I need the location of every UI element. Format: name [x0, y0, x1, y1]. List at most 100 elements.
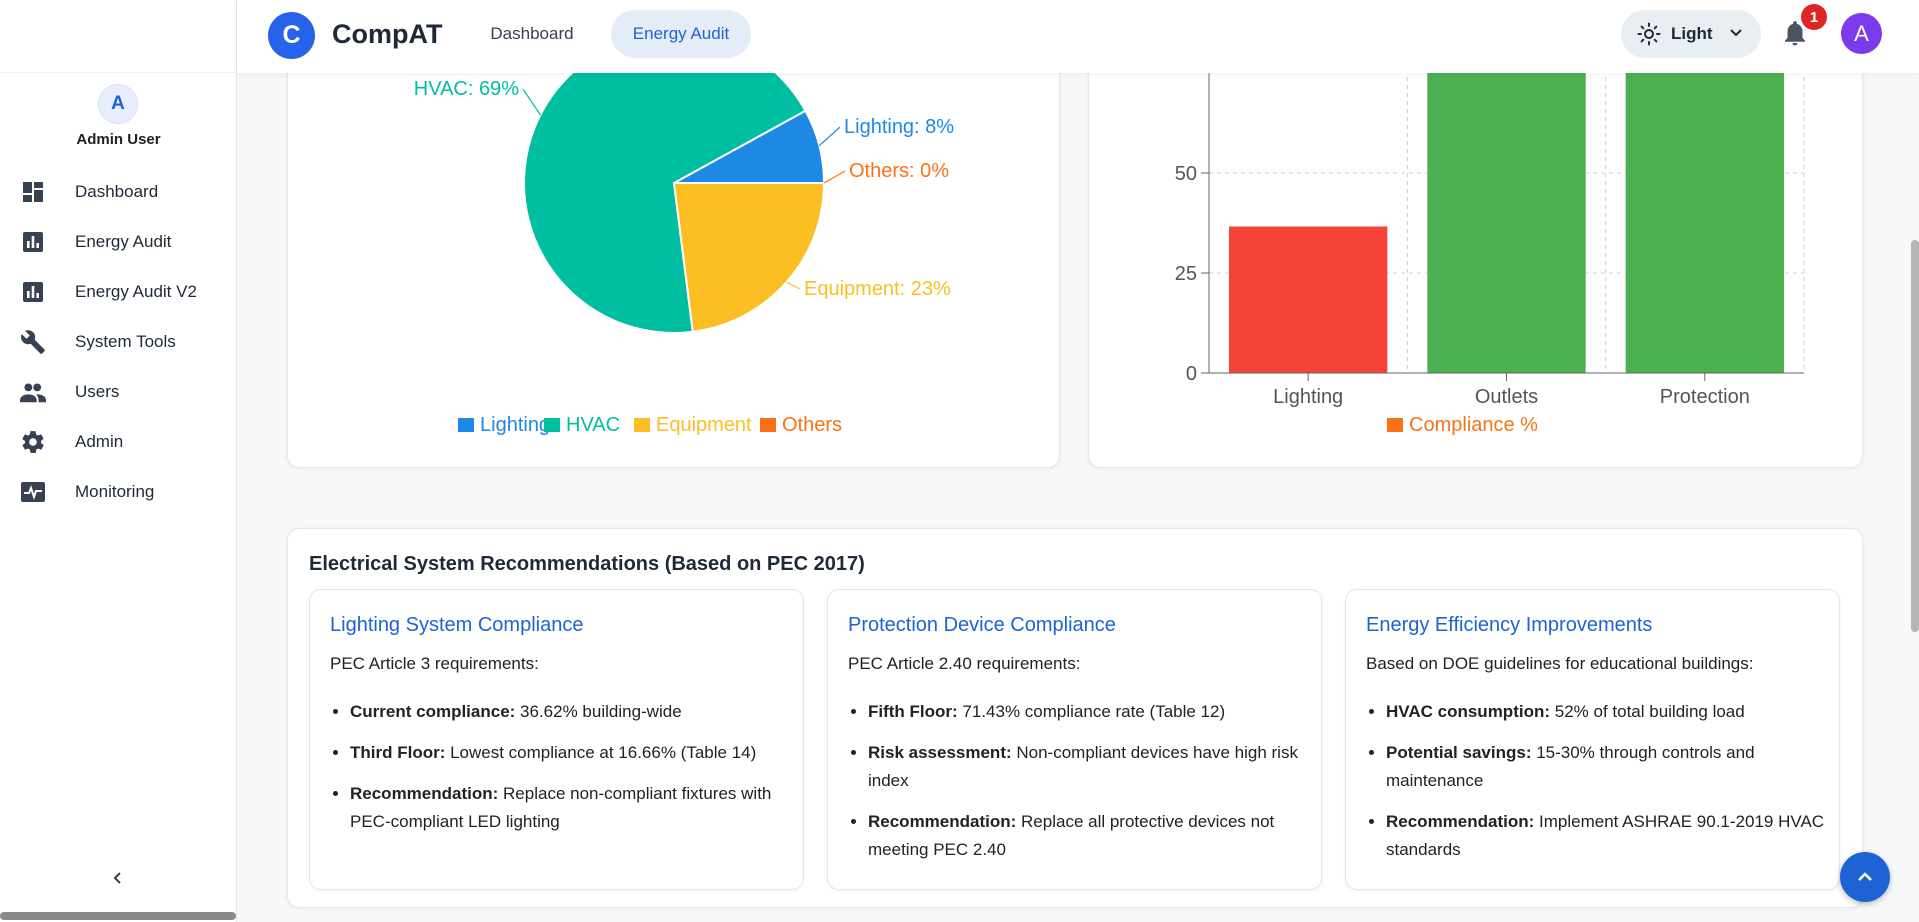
- main-scrollbar[interactable]: [1911, 240, 1919, 632]
- y-tick-label: 50: [1175, 163, 1197, 185]
- sidebar: A Admin User Dashboard Energy Audit Ener…: [0, 0, 237, 922]
- card-intro: PEC Article 2.40 requirements:: [848, 654, 1081, 673]
- item-text: 71.43% compliance rate (Table 12): [957, 702, 1226, 721]
- sidebar-item-energy-audit-v2[interactable]: Energy Audit V2: [0, 270, 237, 314]
- sidebar-item-users[interactable]: Users: [0, 370, 237, 414]
- pie-slice-label: HVAC: 69%: [414, 78, 519, 100]
- item-label: Risk assessment:: [868, 743, 1012, 762]
- y-tick-label: 0: [1186, 363, 1197, 385]
- sidebar-item-label: System Tools: [75, 332, 176, 351]
- bar-chart-icon: [20, 229, 46, 255]
- card-intro: PEC Article 3 requirements:: [330, 654, 539, 673]
- bar-chart-icon: [20, 279, 46, 305]
- sidebar-item-label: Energy Audit: [75, 232, 172, 251]
- brand-name: CompAT: [332, 19, 443, 49]
- card-title: Lighting System Compliance: [330, 614, 584, 636]
- energy-efficiency-card: Energy Efficiency Improvements Based on …: [1345, 589, 1840, 890]
- tab-energy-audit[interactable]: Energy Audit: [611, 10, 751, 58]
- list-item: Potential savings: 15-30% through contro…: [1386, 739, 1826, 795]
- item-label: HVAC consumption:: [1386, 702, 1551, 721]
- item-text: 36.62% building-wide: [515, 702, 682, 721]
- item-label: Recommendation:: [1386, 812, 1535, 831]
- legend-label-compliance: Compliance %: [1409, 414, 1538, 436]
- legend-swatch: [458, 418, 474, 432]
- list-item: Recommendation: Implement ASHRAE 90.1-20…: [1386, 808, 1826, 864]
- list-item: HVAC consumption: 52% of total building …: [1386, 698, 1826, 726]
- monitoring-icon: [20, 479, 46, 505]
- recommendations-section: Electrical System Recommendations (Based…: [287, 528, 1863, 908]
- pie-label-leader: [818, 126, 841, 147]
- x-tick-label: Protection: [1660, 386, 1750, 408]
- theme-label: Light: [1671, 24, 1713, 43]
- sidebar-scrollbar[interactable]: [0, 912, 236, 920]
- chevron-down-icon: [1728, 25, 1744, 46]
- list-item: Recommendation: Replace non-compliant fi…: [350, 780, 790, 836]
- legend-label-equipment: Equipment: [656, 414, 752, 436]
- user-avatar[interactable]: A: [1841, 13, 1882, 54]
- card-title: Protection Device Compliance: [848, 614, 1116, 636]
- sidebar-item-label: Dashboard: [75, 182, 159, 201]
- lighting-compliance-card: Lighting System Compliance PEC Article 3…: [309, 589, 804, 890]
- sidebar-item-label: Monitoring: [75, 482, 155, 501]
- bar-lighting: [1229, 226, 1388, 373]
- legend-swatch: [760, 418, 776, 432]
- recommendations-title: Electrical System Recommendations (Based…: [309, 553, 865, 575]
- legend-label-others: Others: [782, 414, 842, 436]
- chevron-up-icon: [1858, 872, 1872, 881]
- y-tick-label: 25: [1175, 263, 1197, 285]
- pie-slice-label: Others: 0%: [849, 160, 949, 182]
- tab-dashboard[interactable]: Dashboard: [477, 10, 587, 58]
- sidebar-avatar: A: [98, 84, 138, 124]
- pie-slice-label: Lighting: 8%: [844, 116, 954, 138]
- item-text: Lowest compliance at 16.66% (Table 14): [445, 743, 757, 762]
- card-list: HVAC consumption: 52% of total building …: [1386, 698, 1826, 877]
- list-item: Third Floor: Lowest compliance at 16.66%…: [350, 739, 790, 767]
- pie-label-leader: [522, 88, 541, 116]
- gear-icon: [20, 429, 46, 455]
- list-item: Recommendation: Replace all protective d…: [868, 808, 1308, 864]
- sidebar-item-energy-audit[interactable]: Energy Audit: [0, 220, 237, 264]
- list-item: Fifth Floor: 71.43% compliance rate (Tab…: [868, 698, 1308, 726]
- wrench-icon: [20, 329, 46, 355]
- chevron-left-icon: [113, 872, 121, 884]
- item-text: 52% of total building load: [1550, 702, 1745, 721]
- x-tick-label: Outlets: [1475, 386, 1538, 408]
- legend-swatch: [1387, 418, 1403, 432]
- sidebar-item-label: Admin: [75, 432, 124, 451]
- notification-badge: 1: [1801, 4, 1827, 30]
- item-label: Third Floor:: [350, 743, 446, 762]
- sidebar-item-admin[interactable]: Admin: [0, 420, 237, 464]
- collapse-sidebar-button[interactable]: [106, 866, 130, 890]
- sidebar-user-name: Admin User: [76, 131, 161, 148]
- people-icon: [20, 379, 46, 405]
- item-label: Current compliance:: [350, 702, 516, 721]
- card-list: Fifth Floor: 71.43% compliance rate (Tab…: [868, 698, 1308, 877]
- item-label: Potential savings:: [1386, 743, 1532, 762]
- dashboard-icon: [20, 179, 46, 205]
- pie-label-leader: [823, 170, 846, 184]
- sun-icon: [1637, 22, 1661, 51]
- scroll-to-top-button[interactable]: [1840, 852, 1890, 902]
- theme-selector[interactable]: Light: [1621, 10, 1761, 58]
- legend-swatch: [544, 418, 560, 432]
- sidebar-item-system-tools[interactable]: System Tools: [0, 320, 237, 364]
- pie-slice-label: Equipment: 23%: [804, 278, 951, 300]
- legend-label-hvac: HVAC: [566, 414, 620, 436]
- item-label: Recommendation:: [350, 784, 499, 803]
- sidebar-item-label: Users: [75, 382, 120, 401]
- card-intro: Based on DOE guidelines for educational …: [1366, 654, 1754, 673]
- legend-label-lighting: Lighting: [480, 414, 550, 436]
- protection-compliance-card: Protection Device Compliance PEC Article…: [827, 589, 1322, 890]
- item-label: Recommendation:: [868, 812, 1017, 831]
- item-label: Fifth Floor:: [868, 702, 958, 721]
- sidebar-divider: [0, 72, 237, 73]
- top-bar: C CompAT Dashboard Energy Audit Light 1 …: [237, 0, 1919, 73]
- card-title: Energy Efficiency Improvements: [1366, 614, 1653, 636]
- brand-logo: C: [268, 12, 315, 59]
- sidebar-item-monitoring[interactable]: Monitoring: [0, 470, 237, 514]
- sidebar-item-dashboard[interactable]: Dashboard: [0, 170, 237, 214]
- legend-swatch: [634, 418, 650, 432]
- pie-label-leader: [786, 281, 801, 290]
- card-list: Current compliance: 36.62% building-wide…: [350, 698, 790, 849]
- pie-slice-equipment: [672, 182, 826, 333]
